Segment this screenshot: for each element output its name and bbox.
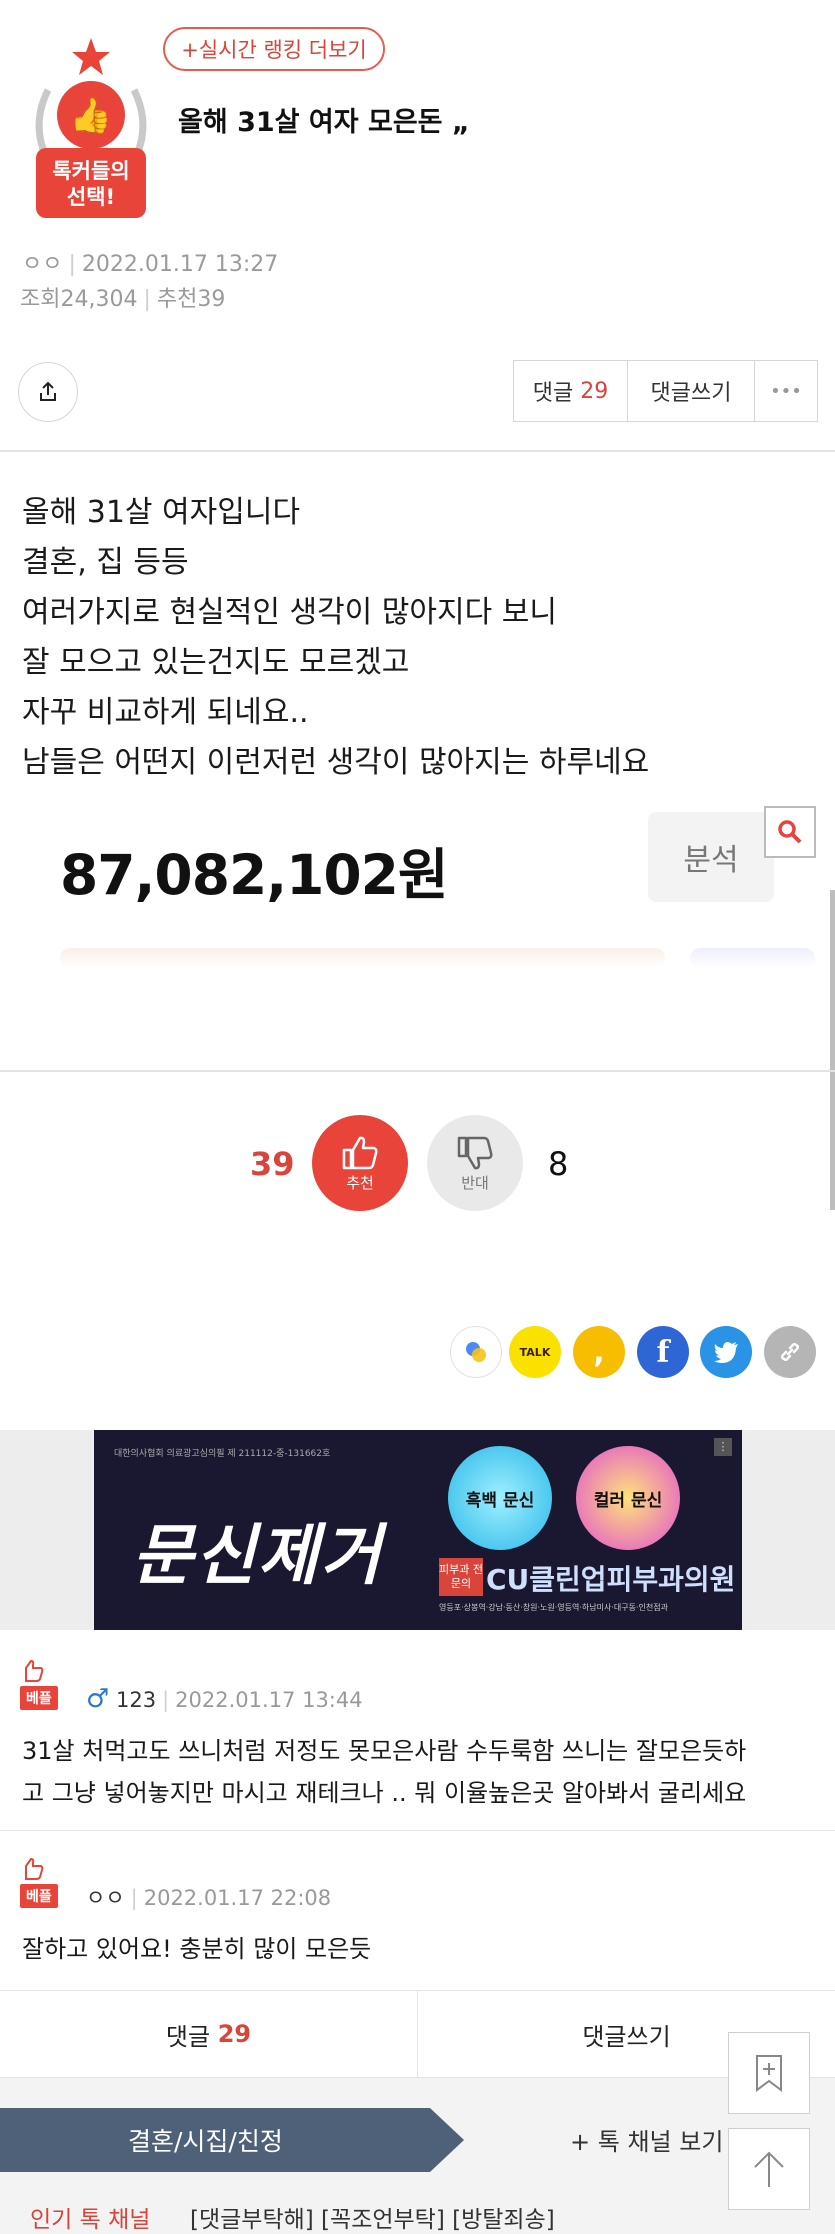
popular-channel-label: 인기 톡 채널	[30, 2207, 151, 2233]
comment-date: 2022.01.17 13:44	[175, 1688, 363, 1712]
post-title: 올해 31살 여자 모은돈 „	[178, 107, 470, 138]
oppose-vote-count: 8	[548, 1145, 569, 1183]
oppose-button[interactable]: 반대	[427, 1115, 523, 1211]
comment-count: 29	[580, 378, 609, 404]
kakaotalk-share-icon[interactable]: TALK	[509, 1326, 561, 1378]
bottom-comment-button[interactable]: 댓글 29	[0, 1991, 418, 2077]
search-icon	[778, 820, 802, 844]
recommend-label: 추천	[346, 1173, 374, 1192]
oppose-label: 반대	[461, 1173, 489, 1192]
comment-meta: ㅇㅇ | 2022.01.17 22:08	[86, 1886, 332, 1910]
ad-clinic-name: CU클린업피부과의원	[486, 1563, 736, 1596]
comment-text: 잘하고 있어요! 충분히 많이 모은듯	[22, 1935, 372, 1963]
analyze-button[interactable]: 분석	[648, 812, 774, 902]
comment-author[interactable]: ㅇㅇ	[86, 1886, 125, 1910]
recommend-count: 39	[197, 287, 226, 312]
male-icon: ♂	[86, 1684, 110, 1714]
bottom-comment-label: 댓글	[165, 2022, 211, 2051]
image-fade	[60, 948, 665, 968]
link-copy-icon[interactable]	[764, 1326, 816, 1378]
divider	[0, 1070, 835, 1072]
ad-notice: 대한의사협회 의료광고심의필 제 211112-중-131662호	[114, 1449, 331, 1459]
svg-text:👍: 👍	[70, 96, 112, 136]
body-line: 잘 모으고 있는건지도 모르겠고	[22, 645, 410, 680]
author-name[interactable]: ㅇㅇ	[22, 252, 62, 277]
bookmark-button[interactable]	[728, 2032, 810, 2114]
scroll-top-button[interactable]	[728, 2128, 810, 2210]
scrollbar[interactable]	[830, 890, 835, 1210]
ad-circle-bw: 흑백 문신	[448, 1446, 552, 1550]
comment-text-line: 31살 처먹고도 쓰니처럼 저정도 못모은사람 수두룩함 쓰니는 잘모은듯하	[22, 1737, 747, 1765]
post-action-group: 댓글 29 댓글쓰기 •••	[513, 360, 818, 422]
facebook-share-icon[interactable]: f	[637, 1326, 689, 1378]
popular-channel-links[interactable]: [댓글부탁해] [꼭조언부탁] [방탈죄송]	[190, 2200, 555, 2234]
kakaostory-share-icon[interactable]: ,	[573, 1326, 625, 1378]
channel-name[interactable]: 결혼/시집/친정	[0, 2108, 464, 2172]
thumbs-up-icon	[342, 1136, 378, 1169]
savings-amount: 87,082,102원	[60, 843, 449, 907]
recommend-vote-count: 39	[250, 1145, 295, 1183]
realtime-ranking-button[interactable]: +실시간 랭킹 더보기	[163, 27, 385, 71]
arrow-up-icon	[754, 2151, 784, 2187]
ad-address: 영등포·상봉역·강남·동산·창원·노원·영등역·하남미사·대구동·인천점과	[439, 1603, 668, 1612]
share-button[interactable]	[18, 362, 78, 422]
thumbs-up-icon	[25, 1659, 44, 1682]
bottom-comment-bar: 댓글 29 댓글쓰기	[0, 1990, 835, 2078]
comment-text: 31살 처먹고도 쓰니처럼 저정도 못모은사람 수두룩함 쓰니는 잘모은듯하 고…	[22, 1730, 746, 1814]
body-line: 남들은 어떤지 이런저런 생각이 많아지는 하루네요	[22, 745, 650, 780]
body-line: 올해 31살 여자입니다	[22, 495, 301, 530]
divider	[0, 1830, 835, 1831]
body-line: 결혼, 집 등등	[22, 545, 189, 580]
comment-date: 2022.01.17 22:08	[143, 1886, 332, 1910]
comment-label: 댓글	[532, 381, 574, 406]
comment-badge: 베플	[20, 1659, 58, 1710]
comment-text-line: 고 그냥 넣어놓지만 마시고 재테크나 .. 뭐 이율높은곳 알아봐서 굴리세요	[22, 1779, 747, 1807]
thumbs-up-icon	[25, 1857, 44, 1880]
share-icon	[40, 381, 56, 401]
tattoo-removal-ad[interactable]: 대한의사협회 의료광고심의필 제 211112-중-131662호 ⋮ 문신제거…	[94, 1430, 742, 1630]
twitter-share-icon[interactable]	[700, 1326, 752, 1378]
best-comment-tag: 베플	[20, 1686, 58, 1710]
ad-headline: 문신제거	[132, 1517, 383, 1594]
badge-text-line2: 선택!	[66, 185, 116, 209]
talk-channel-more-link[interactable]: + 톡 채널 보기	[570, 2122, 723, 2157]
body-line: 자꾸 비교하게 되네요..	[22, 695, 309, 730]
post-date: 2022.01.17 13:27	[81, 252, 279, 277]
recommend-button[interactable]: 추천	[312, 1115, 408, 1211]
comment-author[interactable]: 123	[116, 1688, 156, 1712]
best-comment-tag: 베플	[20, 1884, 58, 1908]
more-options-button[interactable]: •••	[755, 361, 817, 421]
post-meta-author-date: ㅇㅇ | 2022.01.17 13:27	[22, 252, 279, 277]
band-share-icon[interactable]	[450, 1326, 502, 1378]
ad-tag: 피부과 전문의	[439, 1558, 483, 1596]
image-fade	[690, 948, 815, 968]
image-search-button[interactable]	[764, 806, 816, 858]
ad-info-icon[interactable]: ⋮	[714, 1438, 732, 1456]
more-icon: •••	[770, 380, 802, 402]
views-count: 24,304	[60, 287, 138, 312]
divider	[0, 450, 835, 452]
recommend-label: 추천	[156, 287, 198, 312]
comment-count-button[interactable]: 댓글 29	[514, 361, 628, 421]
body-line: 여러가지로 현실적인 생각이 많아지다 보니	[22, 595, 557, 630]
thumbs-down-icon	[457, 1136, 493, 1169]
write-comment-button[interactable]: 댓글쓰기	[628, 361, 755, 421]
bookmark-plus-icon	[756, 2055, 782, 2092]
views-label: 조회	[20, 287, 61, 312]
ad-circle-color: 컬러 문신	[576, 1446, 680, 1550]
comment-meta: ♂ 123 | 2022.01.17 13:44	[86, 1684, 363, 1714]
bottom-comment-count: 29	[217, 2020, 252, 2048]
post-meta-stats: 조회24,304 | 추천39	[20, 287, 226, 312]
post-body: 올해 31살 여자입니다 결혼, 집 등등 여러가지로 현실적인 생각이 많아지…	[22, 488, 649, 788]
comment-badge: 베플	[20, 1857, 58, 1908]
badge-text-line1: 톡커들의	[52, 159, 130, 183]
talkers-choice-badge: 👍 톡커들의 선택!	[18, 30, 168, 235]
